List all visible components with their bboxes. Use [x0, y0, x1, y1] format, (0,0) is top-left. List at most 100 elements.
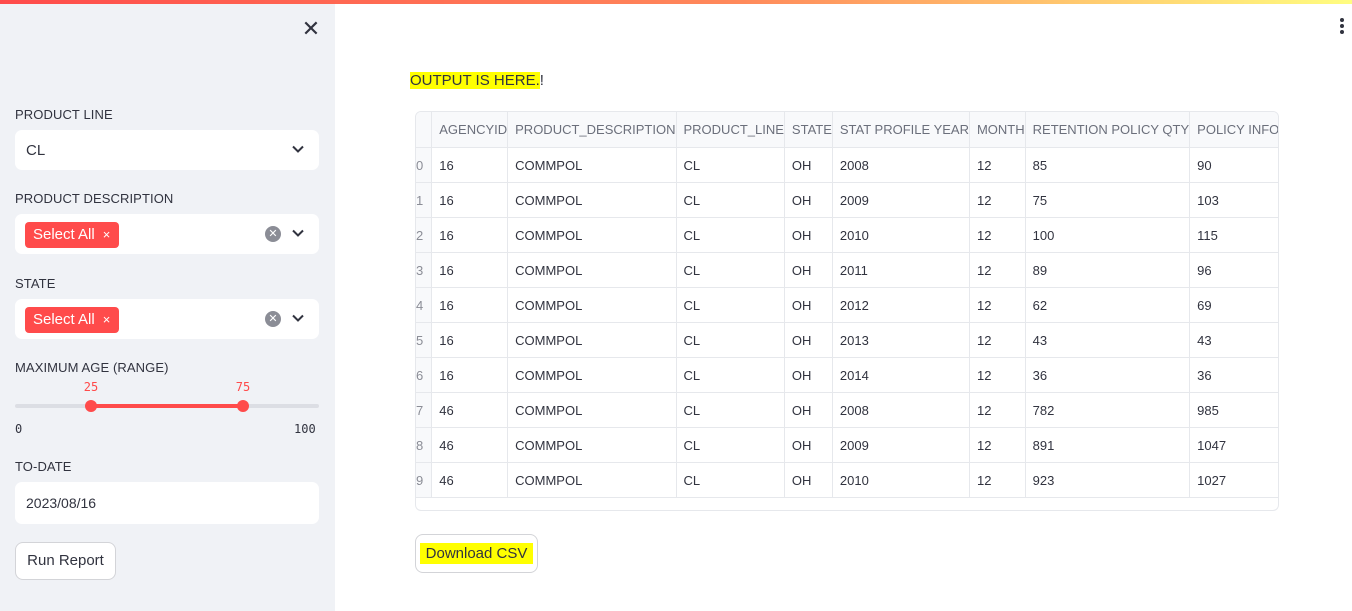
table-cell[interactable]: COMMPOL — [507, 392, 677, 428]
table-cell[interactable]: 16 — [431, 322, 509, 358]
table-cell[interactable]: 2010 — [832, 217, 970, 253]
table-cell[interactable]: COMMPOL — [507, 322, 677, 358]
table-row[interactable]: 0 16 COMMPOL CL OH 2008 12 85 90 — [416, 147, 1278, 183]
index-header[interactable] — [416, 112, 433, 148]
table-cell[interactable]: 16 — [431, 147, 509, 183]
table-cell[interactable]: CL — [676, 147, 785, 183]
table-cell[interactable]: 16 — [431, 357, 509, 393]
table-cell[interactable]: 1027 — [1189, 462, 1278, 498]
table-cell[interactable]: OH — [784, 287, 833, 323]
table-cell[interactable]: 89 — [1025, 252, 1191, 288]
table-cell[interactable]: COMMPOL — [507, 287, 677, 323]
download-csv-button[interactable]: Download CSV — [415, 534, 538, 573]
table-cell[interactable]: CL — [676, 182, 785, 218]
table-cell[interactable]: CL — [676, 462, 785, 498]
table-row[interactable]: 1 16 COMMPOL CL OH 2009 12 75 103 — [416, 182, 1278, 218]
table-cell[interactable]: 43 — [1189, 322, 1278, 358]
table-cell[interactable]: 62 — [1025, 287, 1191, 323]
table-cell[interactable]: 16 — [431, 217, 509, 253]
table-cell[interactable]: 75 — [1025, 182, 1191, 218]
table-cell[interactable]: CL — [676, 287, 785, 323]
table-cell[interactable]: 16 — [431, 287, 509, 323]
table-cell[interactable]: CL — [676, 427, 785, 463]
table-cell[interactable]: OH — [784, 462, 833, 498]
close-icon[interactable]: ✕ — [300, 18, 322, 40]
table-cell[interactable]: 2012 — [832, 287, 970, 323]
table-cell[interactable]: 12 — [969, 357, 1026, 393]
table-cell[interactable]: COMMPOL — [507, 147, 677, 183]
table-cell[interactable]: 12 — [969, 287, 1026, 323]
table-cell[interactable]: 12 — [969, 217, 1026, 253]
table-cell[interactable]: OH — [784, 322, 833, 358]
age-range-slider[interactable] — [15, 400, 319, 412]
table-row[interactable]: 8 46 COMMPOL CL OH 2009 12 891 1047 — [416, 427, 1278, 463]
table-cell[interactable]: 2010 — [832, 462, 970, 498]
table-cell[interactable]: 985 — [1189, 392, 1278, 428]
table-cell[interactable]: OH — [784, 427, 833, 463]
table-row[interactable]: 4 16 COMMPOL CL OH 2012 12 62 69 — [416, 287, 1278, 323]
table-cell[interactable]: CL — [676, 322, 785, 358]
table-cell[interactable]: 2014 — [832, 357, 970, 393]
state-multiselect[interactable]: Select All × ✕ — [15, 299, 319, 339]
table-row[interactable]: 5 16 COMMPOL CL OH 2013 12 43 43 — [416, 322, 1278, 358]
table-cell[interactable]: COMMPOL — [507, 182, 677, 218]
table-cell[interactable]: COMMPOL — [507, 462, 677, 498]
table-cell[interactable]: 1047 — [1189, 427, 1278, 463]
column-header[interactable]: POLICY INFORCE QTY — [1189, 112, 1278, 148]
table-cell[interactable]: 2008 — [832, 147, 970, 183]
clear-icon[interactable]: ✕ — [265, 226, 281, 242]
table-cell[interactable]: 90 — [1189, 147, 1278, 183]
table-cell[interactable]: 2009 — [832, 182, 970, 218]
table-row[interactable]: 6 16 COMMPOL CL OH 2014 12 36 36 — [416, 357, 1278, 393]
column-header[interactable]: STAT PROFILE YEAR — [832, 112, 970, 148]
table-cell[interactable]: 923 — [1025, 462, 1191, 498]
column-header[interactable]: RETENTION POLICY QTY — [1025, 112, 1191, 148]
table-cell[interactable]: CL — [676, 392, 785, 428]
table-cell[interactable]: COMMPOL — [507, 252, 677, 288]
table-cell[interactable]: 12 — [969, 427, 1026, 463]
table-cell[interactable]: OH — [784, 252, 833, 288]
data-table[interactable]: AGENCYID PRODUCT_DESCRIPTION PRODUCT_LINE S… — [415, 111, 1279, 511]
chip-remove-icon[interactable]: × — [103, 307, 111, 333]
slider-low-thumb[interactable] — [85, 400, 97, 412]
table-cell[interactable]: CL — [676, 357, 785, 393]
table-cell[interactable]: 2013 — [832, 322, 970, 358]
table-cell[interactable]: 69 — [1189, 287, 1278, 323]
column-header[interactable]: PRODUCT_LINE — [676, 112, 785, 148]
table-cell[interactable]: 85 — [1025, 147, 1191, 183]
table-cell[interactable]: OH — [784, 217, 833, 253]
chip-remove-icon[interactable]: × — [103, 222, 111, 248]
more-menu-icon[interactable] — [1338, 18, 1346, 38]
table-cell[interactable]: 100 — [1025, 217, 1191, 253]
slider-high-thumb[interactable] — [237, 400, 249, 412]
table-cell[interactable]: OH — [784, 357, 833, 393]
column-header[interactable]: MONTH — [969, 112, 1026, 148]
table-cell[interactable]: 782 — [1025, 392, 1191, 428]
table-cell[interactable]: 46 — [431, 462, 509, 498]
table-cell[interactable]: COMMPOL — [507, 217, 677, 253]
table-cell[interactable]: COMMPOL — [507, 357, 677, 393]
table-row[interactable]: 7 46 COMMPOL CL OH 2008 12 782 985 — [416, 392, 1278, 428]
table-cell[interactable]: OH — [784, 182, 833, 218]
run-report-button[interactable]: Run Report — [15, 542, 116, 580]
table-row[interactable]: 9 46 COMMPOL CL OH 2010 12 923 1027 — [416, 462, 1278, 498]
table-cell[interactable]: 12 — [969, 322, 1026, 358]
table-cell[interactable]: 16 — [431, 182, 509, 218]
table-cell[interactable]: COMMPOL — [507, 427, 677, 463]
table-cell[interactable]: OH — [784, 392, 833, 428]
table-cell[interactable]: 2008 — [832, 392, 970, 428]
product-description-multiselect[interactable]: Select All × ✕ — [15, 214, 319, 254]
table-cell[interactable]: 12 — [969, 147, 1026, 183]
column-header[interactable]: AGENCYID — [431, 112, 509, 148]
table-cell[interactable]: 12 — [969, 252, 1026, 288]
table-cell[interactable]: OH — [784, 147, 833, 183]
table-cell[interactable]: 12 — [969, 182, 1026, 218]
table-cell[interactable]: 43 — [1025, 322, 1191, 358]
clear-icon[interactable]: ✕ — [265, 311, 281, 327]
table-cell[interactable]: 36 — [1025, 357, 1191, 393]
to-date-input[interactable]: 2023/08/16 — [15, 482, 319, 524]
table-cell[interactable]: CL — [676, 217, 785, 253]
product-line-select[interactable]: CL — [15, 130, 319, 170]
table-row[interactable]: 3 16 COMMPOL CL OH 2011 12 89 96 — [416, 252, 1278, 288]
table-cell[interactable]: 36 — [1189, 357, 1278, 393]
